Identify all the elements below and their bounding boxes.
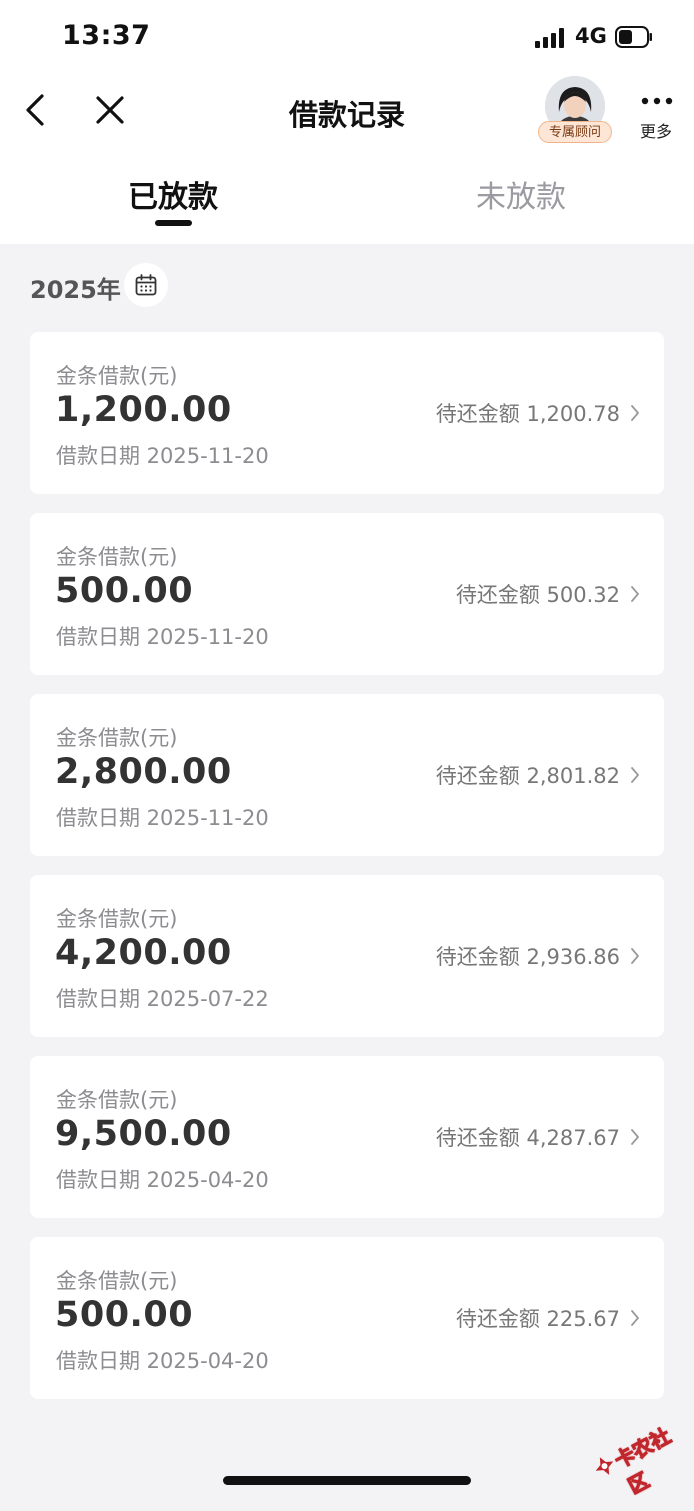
chevron-right-icon [631, 1310, 639, 1326]
loan-type-label: 金条借款(元) [56, 1088, 178, 1112]
active-tab-indicator [155, 220, 192, 226]
loan-card[interactable]: 金条借款(元) 500.00 借款日期 2025-11-20 待还金额 500.… [30, 513, 664, 675]
chevron-right-icon [631, 767, 639, 783]
remaining-amount-link[interactable]: 待还金额 2,801.82 [436, 760, 640, 790]
more-label[interactable]: 更多 [640, 118, 672, 142]
remaining-amount-link[interactable]: 待还金额 500.32 [456, 579, 640, 609]
chevron-right-icon [631, 1129, 639, 1145]
calendar-icon [135, 274, 157, 296]
loan-amount: 1,200.00 [55, 390, 232, 430]
chevron-right-icon [631, 586, 639, 602]
remaining-amount: 待还金额 500.32 [455, 583, 620, 607]
advisor-button[interactable]: 专属顾问 [538, 76, 612, 146]
loan-card[interactable]: 金条借款(元) 9,500.00 借款日期 2025-04-20 待还金额 4,… [30, 1056, 664, 1218]
remaining-amount-link[interactable]: 待还金额 1,200.78 [436, 398, 640, 428]
chevron-right-icon [631, 405, 639, 421]
loan-date: 借款日期 2025-04-20 [56, 1349, 269, 1373]
watermark: 卡农社区 [581, 1400, 694, 1500]
loan-date: 借款日期 2025-07-22 [56, 987, 269, 1011]
top-bar: 13:37 4G 借款记录 专属顾问 更多 已放款 未放款 [0, 0, 694, 244]
remaining-amount-link[interactable]: 待还金额 2,936.86 [436, 941, 640, 971]
more-icon[interactable] [640, 94, 674, 108]
loan-amount: 500.00 [55, 571, 194, 611]
loan-type-label: 金条借款(元) [56, 545, 178, 569]
tab-disbursed[interactable]: 已放款 [128, 172, 218, 216]
advisor-badge: 专属顾问 [538, 121, 612, 143]
loan-date: 借款日期 2025-11-20 [56, 625, 269, 649]
loan-amount: 2,800.00 [55, 752, 232, 792]
loan-date: 借款日期 2025-04-20 [56, 1168, 269, 1192]
remaining-amount: 待还金额 2,936.86 [435, 945, 620, 969]
loan-card[interactable]: 金条借款(元) 2,800.00 借款日期 2025-11-20 待还金额 2,… [30, 694, 664, 856]
loan-card[interactable]: 金条借款(元) 500.00 借款日期 2025-04-20 待还金额 225.… [30, 1237, 664, 1399]
loan-amount: 4,200.00 [55, 933, 232, 973]
loan-type-label: 金条借款(元) [56, 907, 178, 931]
home-indicator[interactable] [223, 1476, 471, 1485]
loan-type-label: 金条借款(元) [56, 1269, 178, 1293]
network-type: 4G [575, 24, 607, 48]
loan-amount: 9,500.00 [55, 1114, 232, 1154]
loan-type-label: 金条借款(元) [56, 364, 178, 388]
calendar-button[interactable] [124, 263, 168, 307]
chevron-right-icon [631, 948, 639, 964]
year-filter-label[interactable]: 2025年 [30, 270, 121, 305]
remaining-amount-link[interactable]: 待还金额 4,287.67 [436, 1122, 640, 1152]
signal-icon [535, 28, 564, 48]
remaining-amount: 待还金额 4,287.67 [435, 1126, 620, 1150]
loan-date: 借款日期 2025-11-20 [56, 806, 269, 830]
status-time: 13:37 [62, 20, 151, 51]
loan-type-label: 金条借款(元) [56, 726, 178, 750]
loan-date: 借款日期 2025-11-20 [56, 444, 269, 468]
loan-amount: 500.00 [55, 1295, 194, 1335]
loan-card[interactable]: 金条借款(元) 4,200.00 借款日期 2025-07-22 待还金额 2,… [30, 875, 664, 1037]
watermark-text: 卡农社区 [610, 1423, 675, 1499]
battery-icon [615, 26, 652, 48]
remaining-amount: 待还金额 225.67 [455, 1307, 620, 1331]
remaining-amount-link[interactable]: 待还金额 225.67 [456, 1303, 640, 1333]
loan-card[interactable]: 金条借款(元) 1,200.00 借款日期 2025-11-20 待还金额 1,… [30, 332, 664, 494]
remaining-amount: 待还金额 1,200.78 [435, 402, 620, 426]
remaining-amount: 待还金额 2,801.82 [435, 764, 620, 788]
tab-not-disbursed[interactable]: 未放款 [476, 172, 566, 216]
